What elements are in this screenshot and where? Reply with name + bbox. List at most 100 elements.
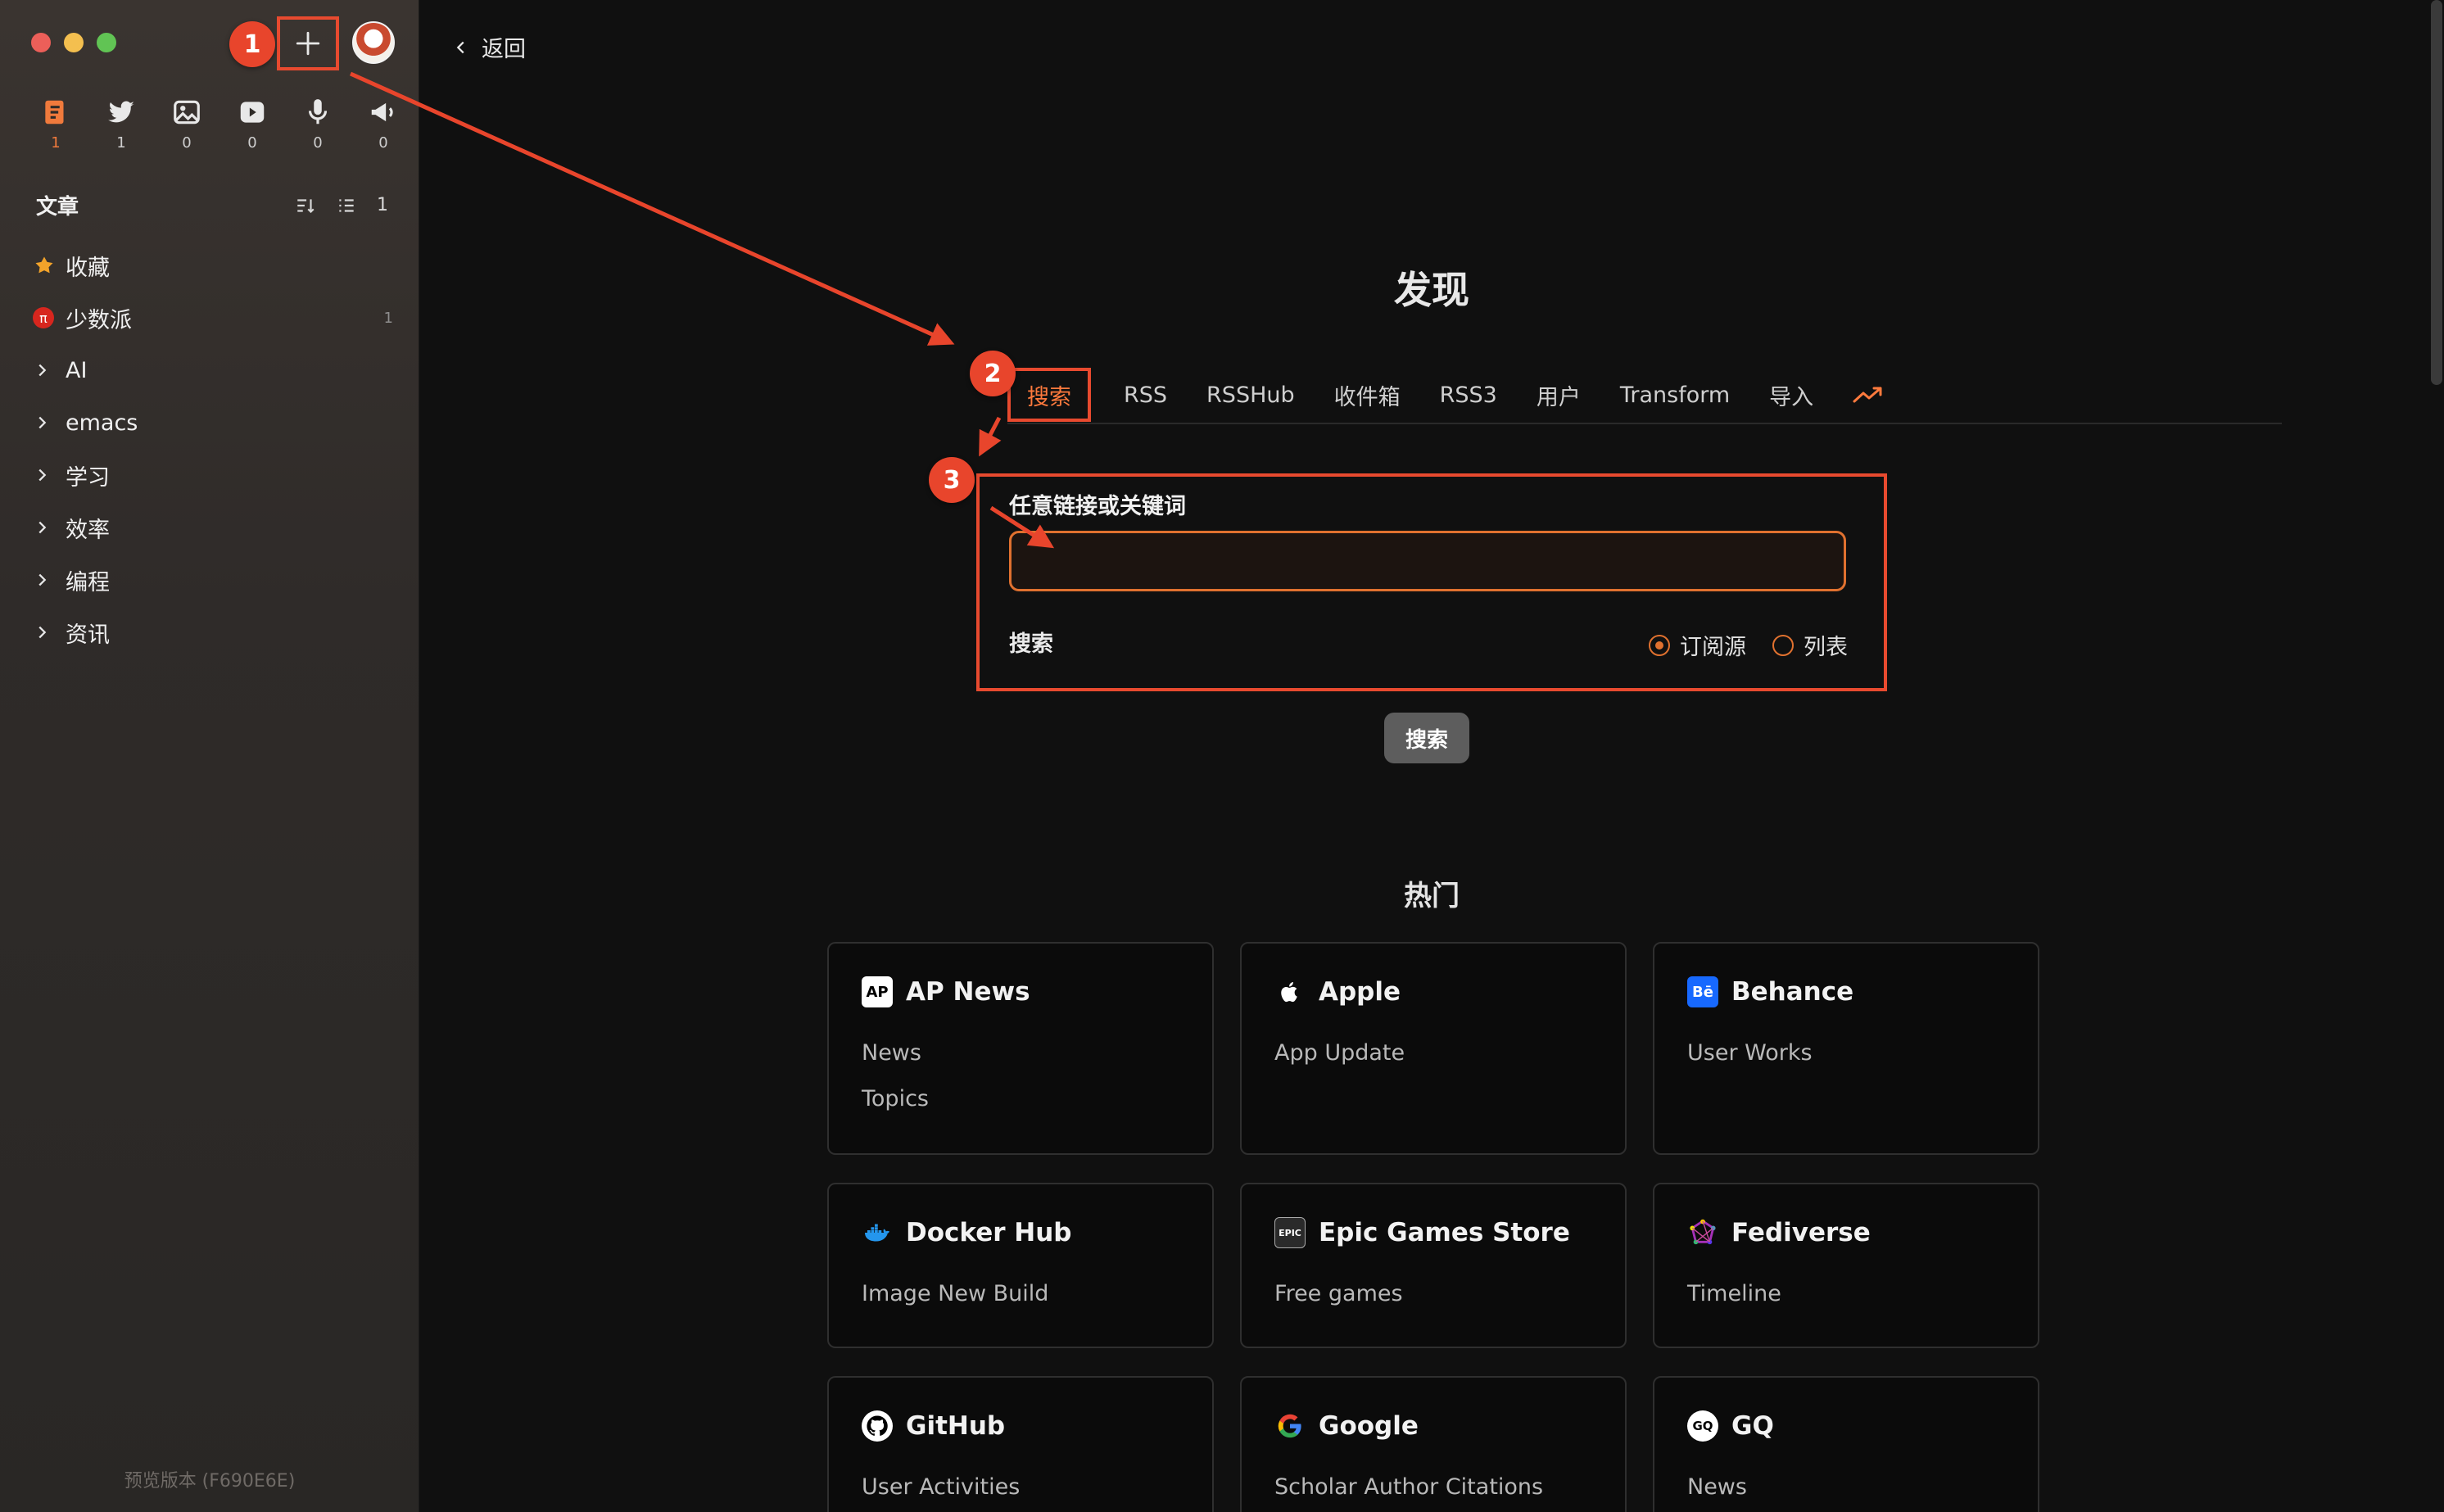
view-social[interactable]: 1	[88, 97, 154, 152]
minimize-window-button[interactable]	[64, 33, 84, 52]
card-title: GitHub	[906, 1411, 1006, 1441]
tab-transform[interactable]: Transform	[1600, 366, 1749, 423]
section-tools: 1	[295, 195, 388, 216]
view-audio[interactable]: 0	[285, 97, 351, 152]
card-route[interactable]: News	[1687, 1464, 2005, 1510]
list-icon[interactable]	[336, 195, 357, 216]
card-apple[interactable]: Apple App Update	[1240, 942, 1627, 1155]
search-type-label: 搜索	[1009, 632, 1053, 657]
sidebar-item-ai[interactable]: AI	[33, 344, 393, 396]
card-gq[interactable]: GQ GQ News	[1653, 1376, 2039, 1512]
card-ap-news[interactable]: AP AP News News Topics	[827, 942, 1214, 1155]
section-header: 文章 1	[36, 190, 388, 220]
tab-inbox[interactable]: 收件箱	[1315, 366, 1420, 423]
sidebar-item-study[interactable]: 学习	[33, 449, 393, 501]
add-feed-button[interactable]	[277, 16, 339, 70]
card-title: Docker Hub	[906, 1218, 1072, 1247]
card-title: Behance	[1731, 977, 1854, 1007]
sidebar-item-news[interactable]: 资讯	[33, 606, 393, 659]
sidebar-item-label: 效率	[66, 517, 110, 543]
card-title: Fediverse	[1731, 1218, 1871, 1247]
chevron-right-icon[interactable]	[33, 623, 51, 641]
chevron-right-icon[interactable]	[33, 571, 51, 589]
google-icon	[1274, 1410, 1306, 1442]
close-window-button[interactable]	[31, 33, 51, 52]
view-count: 0	[313, 134, 323, 152]
radio-list-indicator[interactable]	[1772, 634, 1794, 656]
card-title: AP News	[906, 977, 1030, 1007]
chevron-right-icon[interactable]	[33, 466, 51, 484]
zoom-window-button[interactable]	[97, 33, 116, 52]
card-route[interactable]: News	[862, 1030, 1179, 1076]
gq-icon: GQ	[1687, 1410, 1718, 1442]
sidebar-item-favorites[interactable]: 收藏	[33, 239, 393, 292]
trending-up-icon	[1853, 387, 1882, 403]
tab-trending[interactable]	[1833, 366, 1903, 423]
discover-tabs: 搜索 RSS RSSHub 收件箱 RSS3 用户 Transform 导入	[1007, 367, 2282, 424]
card-behance[interactable]: Bē Behance User Works	[1653, 942, 2039, 1155]
card-route[interactable]: Timeline	[1687, 1271, 2005, 1317]
section-unread-count: 1	[377, 195, 388, 215]
radio-list[interactable]: 列表	[1772, 629, 1848, 661]
user-avatar[interactable]	[352, 21, 395, 64]
version-label: 预览版本 (F690E6E)	[124, 1471, 296, 1492]
card-route[interactable]: User Works	[1687, 1030, 2005, 1076]
chevron-right-icon[interactable]	[33, 518, 51, 536]
tab-rss[interactable]: RSS	[1104, 366, 1187, 423]
card-route[interactable]: Topics	[862, 1076, 1179, 1122]
search-submit-button[interactable]: 搜索	[1384, 713, 1469, 763]
card-title: Epic Games Store	[1319, 1218, 1570, 1247]
card-title: Google	[1319, 1411, 1419, 1441]
view-switcher: 1 1 0 0 0 0	[23, 97, 416, 152]
card-route[interactable]: Image New Build	[862, 1271, 1179, 1317]
trending-title: 热门	[1404, 880, 1460, 912]
apple-icon	[1274, 976, 1306, 1007]
docker-icon	[862, 1217, 893, 1248]
card-route[interactable]: Scholar Author Citations	[1274, 1464, 1592, 1510]
github-icon	[862, 1410, 893, 1442]
feed-list: 收藏 π 少数派 1 AI emacs 学习 效率 编程 资讯	[33, 239, 393, 659]
sidebar-item-emacs[interactable]: emacs	[33, 396, 393, 449]
sidebar-item-efficiency[interactable]: 效率	[33, 501, 393, 554]
annotation-badge: 3	[929, 457, 975, 503]
view-count: 1	[116, 134, 126, 152]
epic-games-icon: EPIC	[1274, 1217, 1306, 1248]
search-field-label: 任意链接或关键词	[1009, 494, 1186, 519]
app-window: 1 1 0 0 0 0 文章 1 收藏 π 少数派 1 AI emacs 学习 …	[0, 0, 2444, 1512]
view-pictures[interactable]: 0	[154, 97, 220, 152]
sidebar-item-sspai[interactable]: π 少数派 1	[33, 292, 393, 344]
view-articles[interactable]: 1	[23, 97, 88, 152]
radio-feed[interactable]: 订阅源	[1649, 629, 1746, 661]
sort-icon[interactable]	[295, 195, 316, 216]
ap-news-icon: AP	[862, 976, 893, 1007]
radio-feed-indicator[interactable]	[1649, 634, 1670, 656]
card-github[interactable]: GitHub User Activities	[827, 1376, 1214, 1512]
chevron-right-icon[interactable]	[33, 414, 51, 432]
view-videos[interactable]: 0	[220, 97, 285, 152]
star-icon	[35, 256, 53, 274]
behance-icon: Bē	[1687, 976, 1718, 1007]
tab-user[interactable]: 用户	[1517, 366, 1600, 423]
search-input[interactable]	[1009, 531, 1846, 591]
radio-feed-label: 订阅源	[1680, 635, 1746, 660]
sidebar-item-programming[interactable]: 编程	[33, 554, 393, 606]
card-route[interactable]: Free games	[1274, 1271, 1592, 1317]
view-notifications[interactable]: 0	[351, 97, 416, 152]
annotation-badge: 1	[229, 21, 275, 67]
tab-search[interactable]: 搜索	[1007, 368, 1091, 422]
scrollbar[interactable]	[2431, 0, 2442, 385]
megaphone-icon	[371, 102, 393, 122]
card-route[interactable]: App Update	[1274, 1030, 1592, 1076]
picture-icon	[174, 100, 200, 124]
card-title: Apple	[1319, 977, 1401, 1007]
card-docker-hub[interactable]: Docker Hub Image New Build	[827, 1183, 1214, 1348]
card-fediverse[interactable]: Fediverse Timeline	[1653, 1183, 2039, 1348]
card-epic-games[interactable]: EPIC Epic Games Store Free games	[1240, 1183, 1627, 1348]
card-google[interactable]: Google Scholar Author Citations	[1240, 1376, 1627, 1512]
back-button[interactable]: 返回	[452, 31, 526, 63]
tab-import[interactable]: 导入	[1749, 366, 1833, 423]
tab-rss3[interactable]: RSS3	[1420, 366, 1517, 423]
tab-rsshub[interactable]: RSSHub	[1187, 366, 1315, 423]
card-route[interactable]: User Activities	[862, 1464, 1179, 1510]
chevron-right-icon[interactable]	[33, 361, 51, 379]
